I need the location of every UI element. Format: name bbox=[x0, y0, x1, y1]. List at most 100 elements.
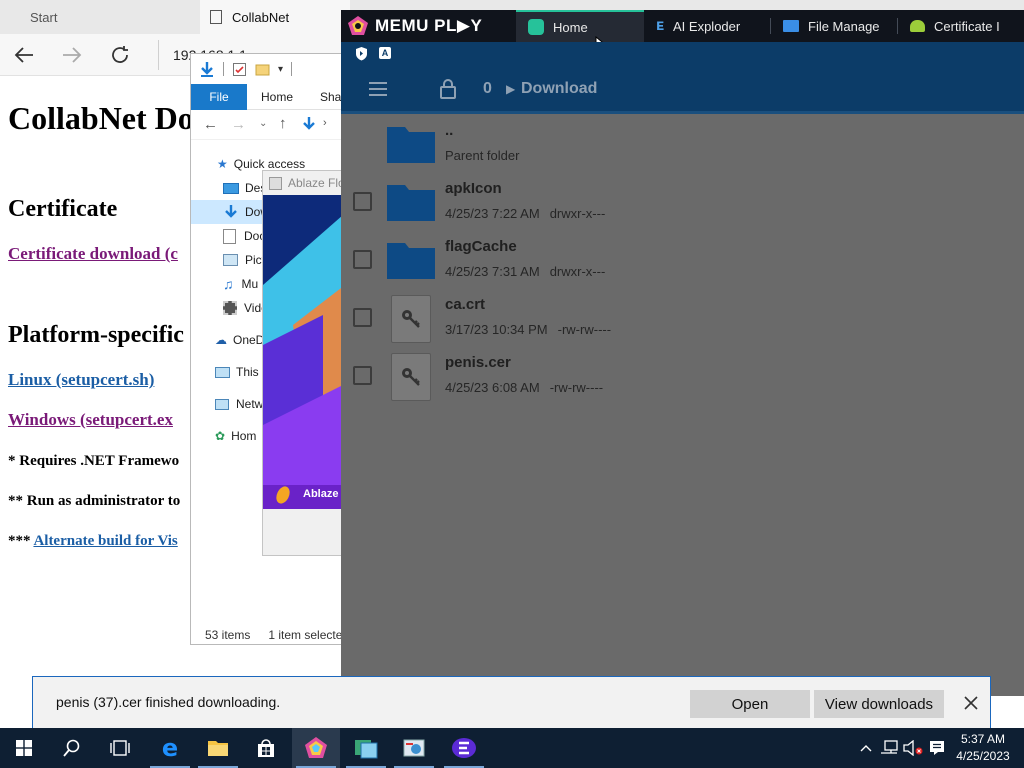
row-checkbox[interactable] bbox=[353, 192, 372, 211]
taskbar-store[interactable] bbox=[242, 728, 290, 768]
alternate-build-link[interactable]: Alternate build for Vis bbox=[33, 533, 177, 549]
path-root[interactable]: 0 bbox=[483, 80, 492, 98]
refresh-button[interactable] bbox=[100, 35, 140, 75]
key-file-icon bbox=[391, 295, 431, 343]
tab-label: CollabNet bbox=[232, 9, 290, 25]
pictures-icon bbox=[223, 254, 238, 266]
explorer-status-bar: 53 items 1 item selecte bbox=[191, 624, 359, 644]
row-checkbox[interactable] bbox=[353, 250, 372, 269]
memu-logo: MEMU PL▶Y bbox=[347, 14, 482, 38]
explorer-title-bar: ▾ bbox=[191, 54, 359, 84]
qat-dropdown-icon[interactable]: ▾ bbox=[278, 64, 283, 75]
taskbar-edge[interactable]: e bbox=[146, 728, 194, 768]
memu-tab-label: Home bbox=[553, 19, 588, 35]
taskbar-memu[interactable] bbox=[292, 728, 340, 768]
search-button[interactable] bbox=[48, 728, 96, 768]
memu-logo-icon bbox=[348, 16, 368, 35]
start-icon bbox=[16, 740, 32, 756]
memu-tab-label: File Manage bbox=[808, 18, 880, 34]
certificate-heading: Certificate bbox=[8, 196, 118, 222]
back-arrow-icon bbox=[14, 47, 33, 63]
hamburger-menu-icon[interactable] bbox=[369, 82, 387, 101]
file-permissions: drwxr-x--- bbox=[549, 206, 606, 221]
close-button[interactable] bbox=[957, 689, 985, 717]
list-item-penis-cer[interactable]: penis.cer 4/25/23 6:08 AM -rw-rw---- bbox=[341, 349, 1024, 407]
file-name: penis.cer bbox=[445, 354, 511, 371]
a-notification-icon: A bbox=[379, 47, 391, 59]
tab-start[interactable]: Start bbox=[0, 0, 200, 34]
memu-tab-home[interactable]: Home bbox=[516, 10, 644, 42]
ribbon-tab-home[interactable]: Home bbox=[261, 84, 293, 110]
file-name: .. bbox=[445, 122, 454, 139]
tree-label: Hom bbox=[231, 429, 257, 443]
back-arrow-icon[interactable]: ← bbox=[203, 116, 218, 133]
network-tray-button[interactable] bbox=[878, 728, 900, 768]
taskbar-clock[interactable]: 5:37 AM 4/25/2023 bbox=[950, 731, 1016, 765]
platform-specific-heading: Platform-specific bbox=[8, 322, 184, 348]
volume-tray-button[interactable] bbox=[902, 728, 924, 768]
taskbar-ablaze[interactable] bbox=[440, 728, 488, 768]
new-folder-icon bbox=[255, 64, 270, 75]
ribbon-tab-file[interactable]: File bbox=[191, 84, 247, 110]
refresh-icon bbox=[112, 46, 128, 63]
ablaze-title: Ablaze Flo bbox=[288, 176, 345, 190]
back-button[interactable] bbox=[4, 35, 44, 75]
volume-muted-icon bbox=[903, 740, 923, 756]
row-checkbox[interactable] bbox=[353, 366, 372, 385]
control-panel-icon bbox=[403, 739, 425, 757]
task-view-icon bbox=[110, 740, 130, 756]
memu-multi-icon bbox=[355, 740, 378, 759]
row-checkbox[interactable] bbox=[353, 308, 372, 327]
certificate-download-link[interactable]: Certificate download (c bbox=[8, 244, 178, 264]
download-location-icon bbox=[301, 116, 317, 137]
file-manager-app-bar: 0 ▶ Download bbox=[341, 66, 1024, 114]
tree-label: Quick access bbox=[233, 157, 306, 171]
taskbar-memu-multi[interactable] bbox=[342, 728, 390, 768]
file-explorer-icon bbox=[208, 741, 228, 756]
view-downloads-button[interactable]: View downloads bbox=[814, 690, 944, 718]
memu-tab-ai-exploder[interactable]: ᴇ AI Exploder bbox=[644, 10, 770, 42]
search-icon bbox=[63, 739, 80, 757]
start-button[interactable] bbox=[0, 728, 48, 768]
list-item-flagcache[interactable]: flagCache 4/25/23 7:31 AM drwxr-x--- bbox=[341, 233, 1024, 291]
forward-arrow-icon[interactable]: → bbox=[231, 116, 246, 133]
list-item-ca-crt[interactable]: ca.crt 3/17/23 10:34 PM -rw-rw---- bbox=[341, 291, 1024, 349]
list-item-apkicon[interactable]: apkIcon 4/25/23 7:22 AM drwxr-x--- bbox=[341, 175, 1024, 233]
taskbar-file-explorer[interactable] bbox=[194, 728, 242, 768]
tab-collabnet[interactable]: CollabNet bbox=[200, 0, 350, 34]
task-view-button[interactable] bbox=[96, 728, 144, 768]
list-item-parent-folder[interactable]: .. Parent folder bbox=[341, 117, 1024, 175]
breadcrumb-chevron-icon[interactable]: › bbox=[323, 117, 327, 129]
up-arrow-icon[interactable]: ↑ bbox=[279, 115, 287, 132]
open-button[interactable]: Open bbox=[690, 690, 810, 718]
shield-notification-icon bbox=[355, 46, 368, 66]
windows-setupcert-link[interactable]: Windows (setupcert.ex bbox=[8, 410, 173, 430]
lock-icon[interactable] bbox=[439, 79, 457, 104]
action-center-button[interactable] bbox=[926, 728, 948, 768]
page-icon bbox=[210, 10, 222, 24]
file-meta: 3/17/23 10:34 PM -rw-rw---- bbox=[445, 322, 611, 337]
tree-label: Netw bbox=[236, 397, 264, 411]
memu-tab-certificate-installer[interactable]: Certificate I bbox=[898, 10, 1024, 42]
folder-icon bbox=[783, 20, 799, 32]
breadcrumb-arrow-icon: ▶ bbox=[506, 82, 516, 96]
folder-icon bbox=[387, 243, 435, 279]
linux-setupcert-link[interactable]: Linux (setupcert.sh) bbox=[8, 370, 154, 390]
download-notification-bar: penis (37).cer finished downloading. Ope… bbox=[32, 676, 991, 728]
memu-logo-text: MEMU PL▶Y bbox=[375, 16, 483, 35]
tree-label: OneD bbox=[233, 333, 265, 347]
network-icon bbox=[881, 740, 898, 754]
forward-button[interactable] bbox=[52, 35, 92, 75]
taskbar-control-panel[interactable] bbox=[390, 728, 438, 768]
file-name: ca.crt bbox=[445, 296, 486, 313]
memu-tab-file-manager[interactable]: File Manage bbox=[771, 10, 897, 42]
file-permissions: drwxr-x--- bbox=[549, 264, 606, 279]
show-hidden-icons-button[interactable] bbox=[856, 728, 876, 768]
explorer-ribbon: File Home Shar bbox=[191, 84, 359, 110]
cloud-icon: ☁ bbox=[215, 333, 227, 347]
computer-icon bbox=[215, 366, 230, 378]
recent-locations-icon[interactable]: ⌄ bbox=[259, 118, 267, 129]
windows-taskbar: e 5:37 AM 4/25/2023 bbox=[0, 728, 1024, 768]
note-prefix: *** bbox=[8, 533, 31, 549]
path-current[interactable]: Download bbox=[521, 80, 597, 98]
